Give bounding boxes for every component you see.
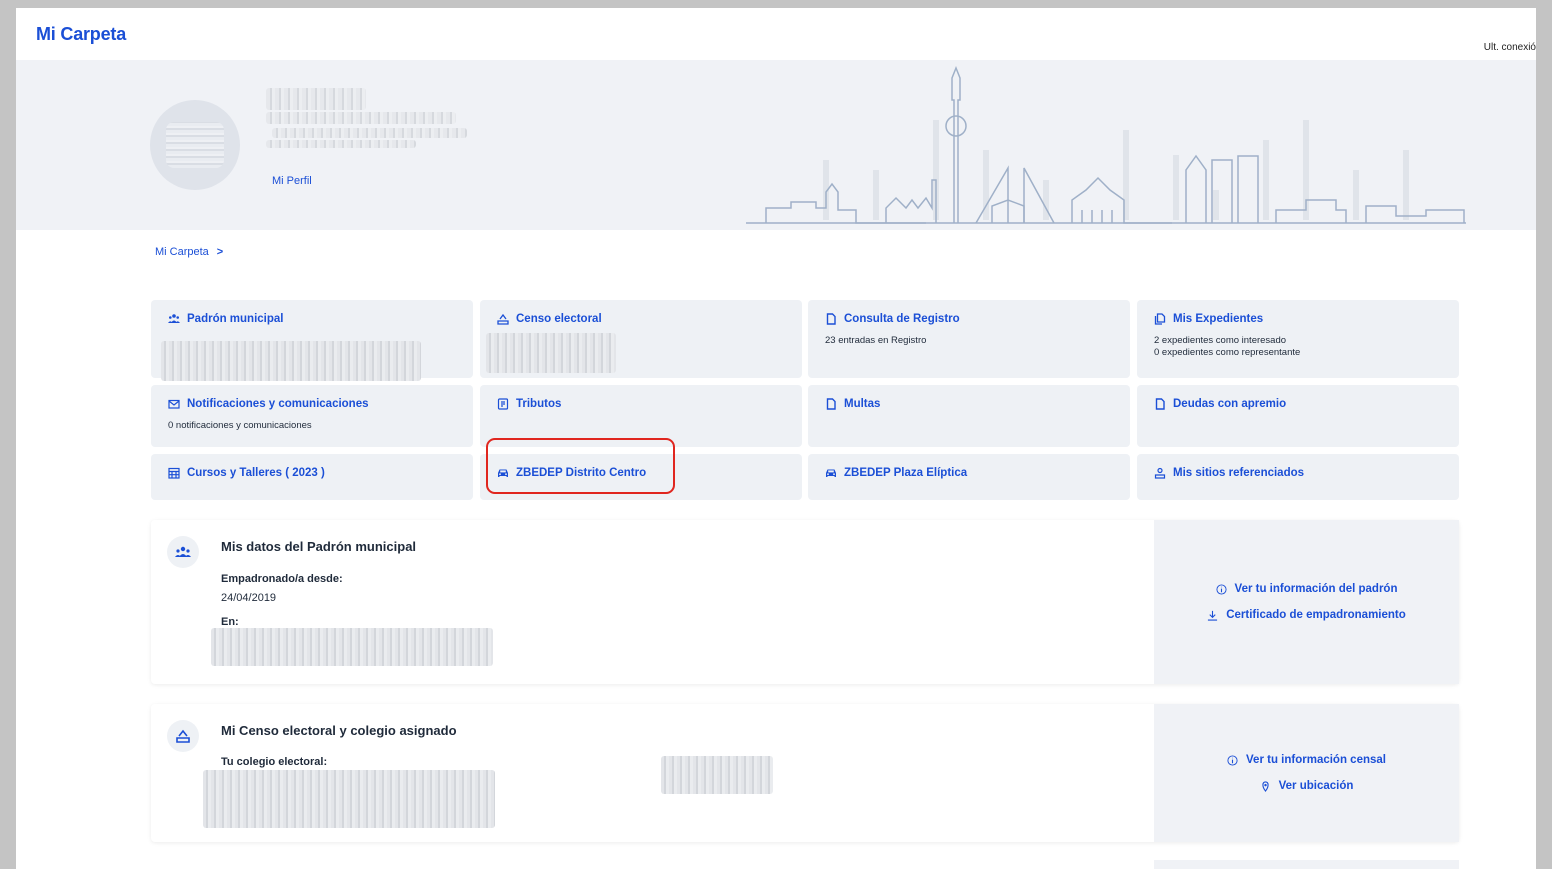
car-icon: [826, 469, 836, 477]
card-title[interactable]: Tributos: [497, 398, 802, 410]
card-subtitle-2: 0 expedientes como representante: [1154, 347, 1301, 358]
my-profile-link[interactable]: Mi Perfil: [272, 175, 312, 187]
profile-banner: Mi Perfil: [16, 60, 1536, 230]
card-title[interactable]: Padrón municipal: [168, 313, 473, 325]
location-user-icon: [1154, 467, 1166, 479]
card-cursos-y-talleres-2023[interactable]: Cursos y Talleres ( 2023 ): [151, 454, 473, 500]
card-label[interactable]: Padrón municipal: [187, 313, 284, 325]
padron-actions: Ver tu información del padrón Certificad…: [1154, 520, 1459, 684]
card-label[interactable]: Mis Expedientes: [1173, 313, 1263, 325]
padron-section: Mis datos del Padrón municipal Empadrona…: [151, 520, 1459, 684]
user-name-redacted: [266, 88, 467, 158]
receipt-icon: [497, 398, 509, 410]
calendar-icon: [168, 467, 180, 479]
ballot-icon: [497, 313, 509, 325]
mail-icon: [168, 399, 180, 409]
info-icon: [1227, 754, 1238, 766]
censo-section: Mi Censo electoral y colegio asignado Tu…: [151, 704, 1459, 842]
card-deudas-con-apremio[interactable]: Deudas con apremio: [1137, 385, 1459, 447]
address-redacted: [211, 628, 493, 666]
card-title[interactable]: ZBEDEP Plaza Elíptica: [825, 467, 1130, 479]
card-title[interactable]: Mis sitios referenciados: [1154, 467, 1459, 479]
people-icon: [168, 314, 180, 323]
document-icon: [826, 398, 836, 410]
browser-page: Mi Carpeta Ult. conexió Mi Perfil Mi Car…: [16, 8, 1536, 869]
download-icon: [1208, 610, 1218, 621]
app-title[interactable]: Mi Carpeta: [36, 24, 126, 45]
view-padron-info-link[interactable]: Ver tu información del padrón: [1215, 583, 1397, 595]
padron-title: Mis datos del Padrón municipal: [221, 539, 417, 554]
highlight-box: [486, 438, 675, 494]
padron-card-redacted: [161, 341, 421, 381]
view-census-info-link[interactable]: Ver tu información censal: [1227, 754, 1386, 766]
card-label[interactable]: Deudas con apremio: [1173, 398, 1286, 410]
card-notificaciones-y-comunicaciones[interactable]: Notificaciones y comunicaciones 0 notific…: [151, 385, 473, 447]
college-address-redacted: [661, 756, 773, 794]
people-icon: [167, 536, 199, 568]
card-title[interactable]: Notificaciones y comunicaciones: [168, 398, 473, 410]
registered-since-value: 24/04/2019: [221, 592, 277, 604]
card-label[interactable]: Consulta de Registro: [844, 313, 960, 325]
college-label: Tu colegio electoral:: [221, 756, 328, 768]
city-skyline-illustration: [746, 65, 1466, 224]
card-subtitle: 0 notificaciones y comunicaciones: [168, 420, 312, 431]
card-label[interactable]: Multas: [844, 398, 880, 410]
card-title[interactable]: Consulta de Registro: [825, 313, 1130, 325]
chevron-right-icon: >: [216, 246, 224, 258]
last-connection-text: Ult. conexió: [1483, 42, 1536, 53]
card-label[interactable]: ZBEDEP Plaza Elíptica: [844, 467, 967, 479]
breadcrumb-root[interactable]: Mi Carpeta: [155, 246, 209, 258]
card-title[interactable]: Mis Expedientes: [1154, 313, 1459, 325]
card-subtitle: 23 entradas en Registro: [825, 335, 927, 346]
card-label[interactable]: Tributos: [516, 398, 561, 410]
view-location-link[interactable]: Ver ubicación: [1260, 780, 1353, 792]
next-section: [151, 860, 1459, 869]
card-title[interactable]: Multas: [825, 398, 1130, 410]
card-subtitle: 2 expedientes como interesado: [1154, 335, 1287, 346]
info-icon: [1215, 583, 1227, 595]
censo-card-redacted: [486, 333, 616, 373]
top-bar: Mi Carpeta Ult. conexió: [16, 8, 1536, 60]
location-pin-icon: [1261, 780, 1269, 792]
card-title[interactable]: Cursos y Talleres ( 2023 ): [168, 467, 473, 479]
ballot-icon: [167, 720, 199, 752]
card-zbedep-plaza-elíptica[interactable]: ZBEDEP Plaza Elíptica: [808, 454, 1130, 500]
card-label[interactable]: Cursos y Talleres ( 2023 ): [187, 467, 325, 479]
card-multas[interactable]: Multas: [808, 385, 1130, 447]
college-name-redacted: [203, 770, 495, 828]
files-icon: [1154, 313, 1166, 325]
card-label[interactable]: Censo electoral: [516, 313, 602, 325]
card-title[interactable]: Deudas con apremio: [1154, 398, 1459, 410]
card-title[interactable]: Censo electoral: [497, 313, 802, 325]
censo-actions: Ver tu información censal Ver ubicación: [1154, 704, 1459, 842]
card-label[interactable]: Mis sitios referenciados: [1173, 467, 1304, 479]
card-mis-sitios-referenciados[interactable]: Mis sitios referenciados: [1137, 454, 1459, 500]
card-mis-expedientes[interactable]: Mis Expedientes 2 expedientes como intere…: [1137, 300, 1459, 378]
censo-title: Mi Censo electoral y colegio asignado: [221, 723, 457, 738]
address-label: En:: [221, 616, 239, 628]
registered-since-label: Empadronado/a desde:: [221, 573, 343, 585]
document-icon: [1155, 398, 1165, 410]
document-icon: [826, 313, 836, 325]
breadcrumb[interactable]: Mi Carpeta >: [155, 246, 223, 258]
card-consulta-de-registro[interactable]: Consulta de Registro 23 entradas en Regis…: [808, 300, 1130, 378]
card-label[interactable]: Notificaciones y comunicaciones: [187, 398, 369, 410]
padron-certificate-link[interactable]: Certificado de empadronamiento: [1207, 609, 1406, 621]
avatar[interactable]: [150, 100, 240, 190]
